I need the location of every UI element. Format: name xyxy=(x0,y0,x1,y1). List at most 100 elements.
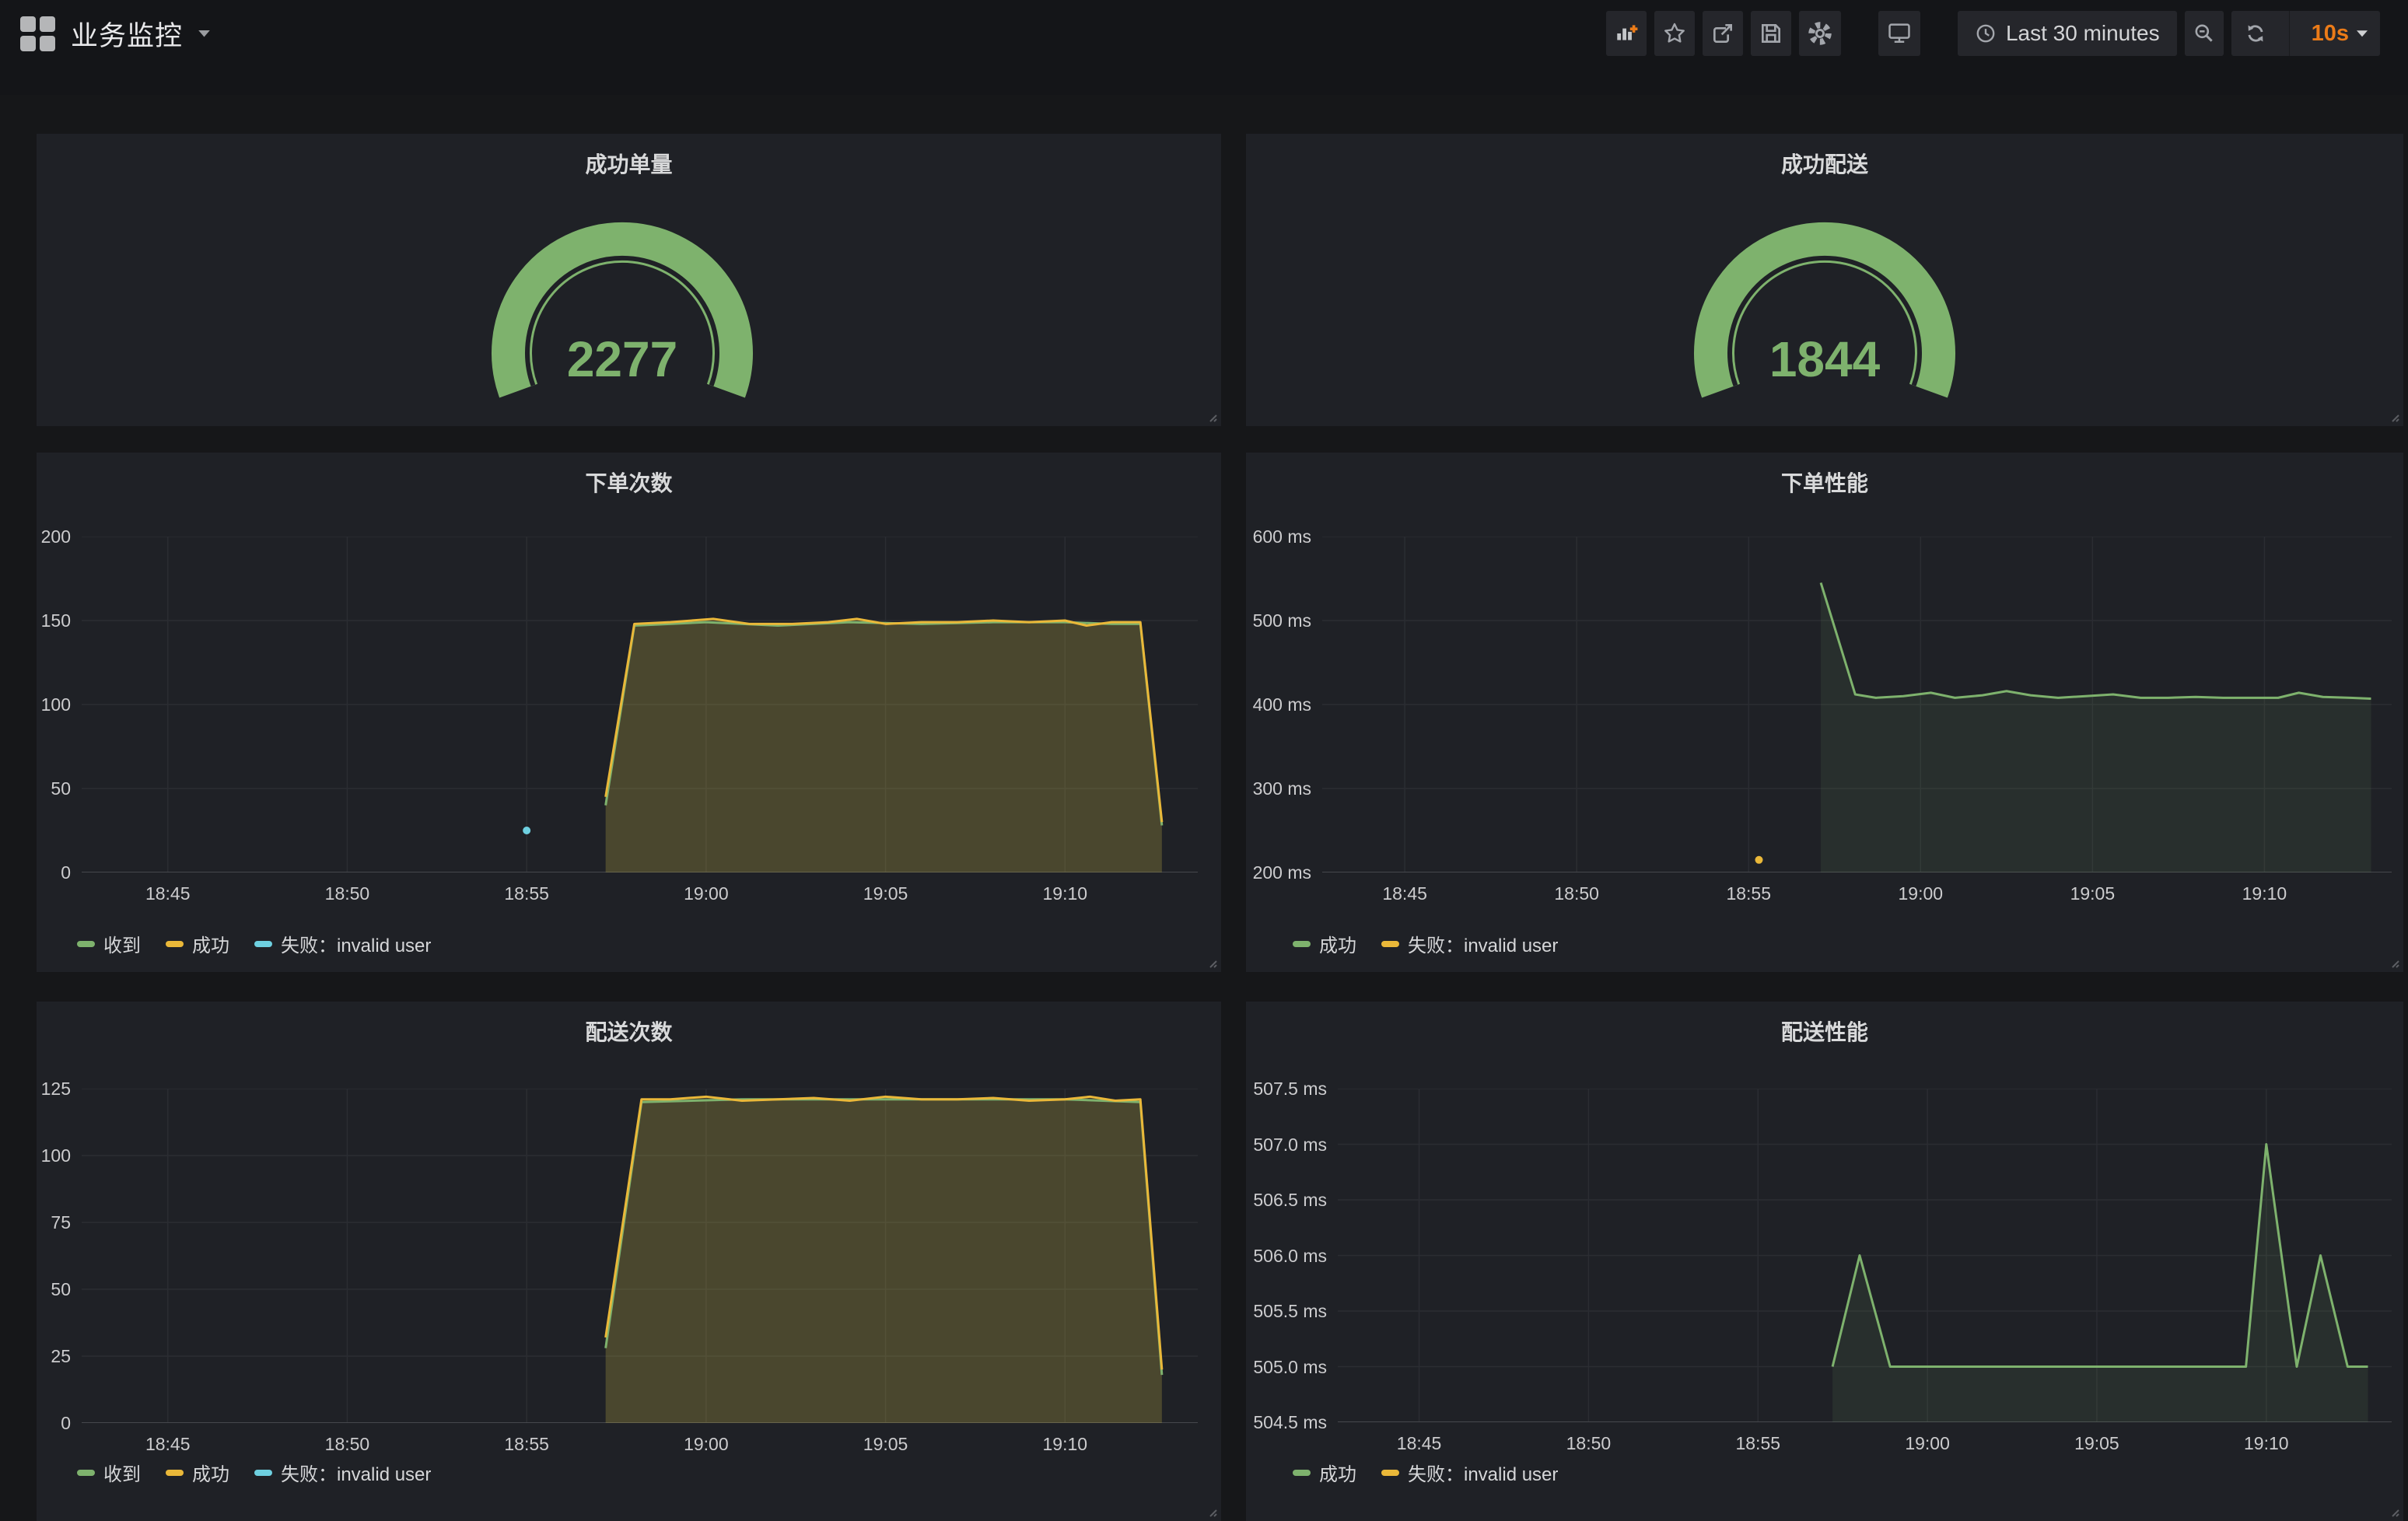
legend-swatch xyxy=(254,1470,272,1476)
x-axis-label: 19:00 xyxy=(656,883,757,904)
chart-plot[interactable] xyxy=(1338,1089,2392,1422)
share-button[interactable] xyxy=(1703,11,1743,56)
series-fill xyxy=(606,1096,1162,1423)
legend-item[interactable]: 成功 xyxy=(1293,930,1356,957)
settings-button[interactable] xyxy=(1799,11,1841,56)
x-axis-label: 18:50 xyxy=(1538,1433,1639,1453)
legend-label: 失败：invalid user xyxy=(281,1459,431,1486)
apps-grid-icon[interactable] xyxy=(20,16,55,51)
chart-legend: 成功失败：invalid user xyxy=(1293,1459,1558,1486)
y-axis-label: 505.5 ms xyxy=(1246,1301,1327,1321)
series-fill xyxy=(1832,1145,2368,1423)
panel-resize-handle[interactable] xyxy=(2389,411,2399,422)
panel-title[interactable]: 下单性能 xyxy=(1246,467,2403,498)
tv-mode-button[interactable] xyxy=(1878,11,1920,56)
star-button[interactable] xyxy=(1654,11,1695,56)
legend-label: 成功 xyxy=(192,1459,229,1486)
zoom-out-button[interactable] xyxy=(2185,11,2224,56)
legend-item[interactable]: 成功 xyxy=(166,1459,229,1486)
legend-item[interactable]: 失败：invalid user xyxy=(254,930,431,957)
legend-item[interactable]: 收到 xyxy=(77,930,141,957)
y-axis-label: 200 ms xyxy=(1246,862,1311,883)
legend-item[interactable]: 失败：invalid user xyxy=(1381,930,1558,957)
grid-square xyxy=(40,16,55,32)
bar-chart-add-icon xyxy=(1614,21,1639,46)
gauge: 1844 xyxy=(1677,219,1972,453)
refresh-interval-value: 10s xyxy=(2312,21,2349,47)
series-line xyxy=(1821,582,2371,698)
legend-swatch xyxy=(77,1470,95,1476)
legend-item[interactable]: 成功 xyxy=(166,930,229,957)
panel-title[interactable]: 配送性能 xyxy=(1246,1016,2403,1047)
refresh-button[interactable]: 10s xyxy=(2231,11,2380,56)
y-axis-label: 0 xyxy=(37,862,71,883)
y-axis-label: 506.5 ms xyxy=(1246,1190,1327,1210)
x-axis-label: 19:10 xyxy=(1014,883,1115,904)
share-icon xyxy=(1710,21,1735,46)
panel-title[interactable]: 下单次数 xyxy=(37,467,1221,498)
legend-item[interactable]: 成功 xyxy=(1293,1459,1356,1486)
panel-title[interactable]: 成功单量 xyxy=(37,148,1221,179)
chart-plot[interactable] xyxy=(82,1089,1198,1423)
panel-success-delivery-gauge: 成功配送 1844 xyxy=(1246,134,2403,426)
panel-resize-handle[interactable] xyxy=(2389,957,2399,968)
panel-title[interactable]: 成功配送 xyxy=(1246,148,2403,179)
toolbar-spacer xyxy=(1928,33,1950,34)
grid-square xyxy=(40,36,55,51)
time-range-button[interactable]: Last 30 minutes xyxy=(1958,11,2177,56)
legend-label: 收到 xyxy=(103,1459,141,1486)
chart-plot[interactable] xyxy=(1322,537,2392,872)
chart-plot[interactable] xyxy=(82,537,1198,872)
y-axis-label: 507.5 ms xyxy=(1246,1079,1327,1099)
refresh-icon xyxy=(2244,22,2267,45)
y-axis-label: 75 xyxy=(37,1212,71,1233)
panel-title[interactable]: 配送次数 xyxy=(37,1016,1221,1047)
top-nav: 业务监控 xyxy=(0,0,2408,95)
x-axis-label: 19:00 xyxy=(1877,1433,1978,1453)
x-axis-label: 19:05 xyxy=(835,1434,936,1454)
save-button[interactable] xyxy=(1751,11,1791,56)
clock-icon xyxy=(1975,23,1997,44)
x-axis-label: 19:10 xyxy=(1014,1434,1115,1454)
legend-swatch xyxy=(1293,941,1311,947)
chart-legend: 收到 成功 失败：invalid user xyxy=(77,1459,431,1486)
legend-swatch xyxy=(1293,1470,1311,1476)
legend-swatch xyxy=(166,1470,184,1476)
y-axis-label: 125 xyxy=(37,1079,71,1099)
legend-item[interactable]: 收到 xyxy=(77,1459,141,1486)
dashboard-title[interactable]: 业务监控 xyxy=(71,14,183,54)
panel-resize-handle[interactable] xyxy=(1206,411,1217,422)
legend-item[interactable]: 失败：invalid user xyxy=(1381,1459,1558,1486)
x-axis-label: 19:00 xyxy=(656,1434,757,1454)
refresh-now-segment[interactable] xyxy=(2231,11,2280,56)
grid-square xyxy=(20,36,36,51)
x-axis-label: 19:05 xyxy=(2042,883,2143,904)
time-range-label: Last 30 minutes xyxy=(2006,21,2160,46)
gauge-value: 2277 xyxy=(567,331,677,387)
x-axis-label: 19:05 xyxy=(2046,1433,2147,1453)
refresh-interval-dropdown[interactable]: 10s xyxy=(2299,11,2380,56)
x-axis-label: 18:45 xyxy=(117,1434,219,1454)
y-axis-label: 50 xyxy=(37,1279,71,1299)
panel-resize-handle[interactable] xyxy=(1206,957,1217,968)
legend-item[interactable]: 失败：invalid user xyxy=(254,1459,431,1486)
legend-swatch xyxy=(1381,1470,1399,1476)
y-axis-label: 50 xyxy=(37,778,71,799)
save-icon xyxy=(1759,21,1783,46)
y-axis-label: 300 ms xyxy=(1246,778,1311,799)
x-axis-label: 18:45 xyxy=(1369,1433,1470,1453)
add-panel-button[interactable] xyxy=(1606,11,1647,56)
x-axis-label: 18:45 xyxy=(117,883,219,904)
legend-label: 失败：invalid user xyxy=(1408,930,1558,957)
dashboard-breadcrumb[interactable]: 业务监控 xyxy=(20,8,210,59)
y-axis-label: 25 xyxy=(37,1346,71,1366)
panel-resize-handle[interactable] xyxy=(1206,1506,1217,1517)
series-fill xyxy=(1821,582,2371,872)
y-axis-label: 504.5 ms xyxy=(1246,1412,1327,1432)
panel-success-orders-gauge: 成功单量 2277 xyxy=(37,134,1221,426)
y-axis-label: 506.0 ms xyxy=(1246,1246,1327,1266)
x-axis-label: 18:55 xyxy=(1698,883,1799,904)
series-point xyxy=(523,827,530,834)
panel-resize-handle[interactable] xyxy=(2389,1506,2399,1517)
x-axis-label: 19:10 xyxy=(2214,883,2315,904)
